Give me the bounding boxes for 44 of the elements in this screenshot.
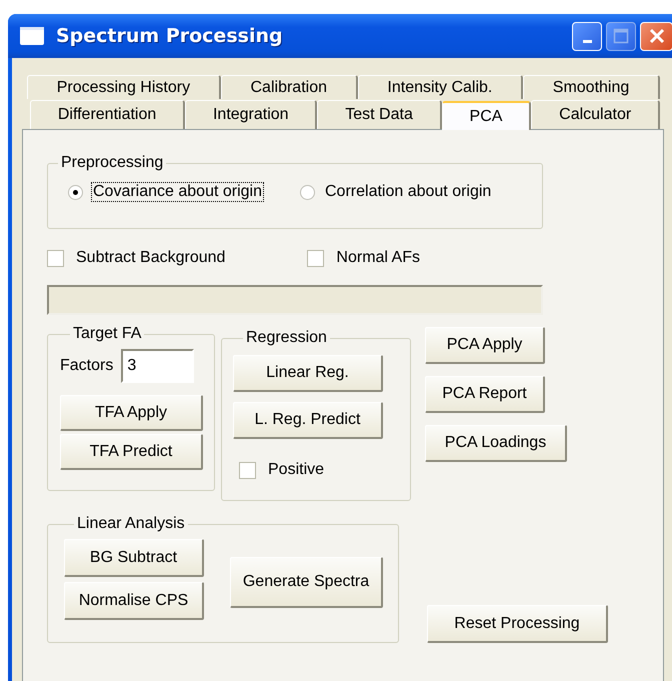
tab[interactable]: Intensity Calib. (358, 75, 524, 99)
group-title: Target FA (72, 325, 142, 343)
regression-button[interactable]: L. Reg. Predict (233, 402, 383, 439)
checkbox-label: Subtract Background (76, 249, 226, 267)
reset-processing-button[interactable]: Reset Processing (427, 605, 608, 643)
tfa-button[interactable]: TFA Predict (60, 434, 203, 470)
linear-analysis-button[interactable]: Normalise CPS (64, 582, 204, 620)
checkbox[interactable] (239, 462, 256, 478)
factors-field[interactable]: 3 (121, 349, 194, 383)
minimize-icon (582, 40, 592, 42)
checkbox-label: Positive (268, 461, 324, 479)
group-title: Preprocessing (60, 154, 164, 172)
tab[interactable]: Smoothing (523, 75, 660, 99)
close-icon (648, 27, 666, 45)
tab[interactable]: Integration (185, 100, 318, 129)
tab[interactable]: Differentiation (30, 100, 186, 129)
window-icon (20, 27, 44, 45)
tab[interactable]: Calibration (220, 75, 358, 99)
tfa-button[interactable]: TFA Apply (60, 395, 203, 431)
close-button[interactable] (640, 22, 672, 50)
group-title: Linear Analysis (76, 515, 186, 533)
tab[interactable]: Test Data (317, 100, 442, 129)
pca-button[interactable]: PCA Loadings (425, 425, 567, 462)
window-title: Spectrum Processing (56, 25, 284, 47)
group-title: Regression (245, 329, 328, 347)
linear-analysis-button[interactable]: BG Subtract (64, 539, 204, 577)
radio-button[interactable] (68, 184, 83, 200)
checkbox[interactable] (307, 250, 324, 266)
checkbox[interactable] (47, 250, 64, 266)
maximize-button[interactable] (606, 22, 636, 50)
tab[interactable]: PCA (442, 101, 532, 130)
maximize-icon (613, 28, 629, 44)
pca-button[interactable]: PCA Report (425, 376, 545, 413)
checkbox-label: Normal AFs (336, 249, 420, 267)
tab[interactable]: Processing History (27, 75, 221, 99)
regression-button[interactable]: Linear Reg. (233, 355, 383, 392)
generate-spectra-button[interactable]: Generate Spectra (230, 556, 383, 608)
tab[interactable]: Calculator (531, 100, 660, 129)
minimize-button[interactable] (572, 22, 602, 50)
pca-button[interactable]: PCA Apply (425, 327, 545, 364)
radio-label: Correlation about origin (324, 182, 492, 202)
radio-label: Covariance about origin (91, 182, 264, 202)
factors-label: Factors (60, 357, 114, 375)
radio-button[interactable] (300, 184, 315, 200)
